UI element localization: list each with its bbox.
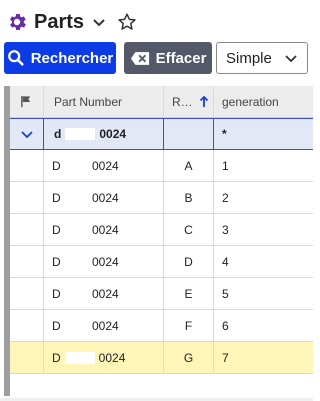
chevron-down-icon bbox=[20, 131, 33, 139]
search-button[interactable]: Rechercher bbox=[4, 42, 116, 74]
table-row[interactable]: D 0024 B 2 bbox=[10, 182, 313, 214]
results-grid: Part Number R… generation d 0024 * D 0024 bbox=[4, 86, 313, 396]
filter-revision-input[interactable] bbox=[164, 119, 214, 149]
table-row[interactable]: D 0024 F 6 bbox=[10, 310, 313, 342]
table-row[interactable]: D 0024 A 1 bbox=[10, 150, 313, 182]
search-toolbar: Rechercher Effacer Simple bbox=[4, 42, 313, 74]
star-outline-icon[interactable] bbox=[116, 11, 138, 33]
gear-icon bbox=[6, 11, 28, 33]
redacted-text bbox=[65, 128, 96, 140]
column-header-generation[interactable]: generation bbox=[214, 86, 313, 117]
table-row[interactable]: D 0024 E 5 bbox=[10, 278, 313, 310]
filter-part-number-input[interactable]: d 0024 bbox=[44, 119, 164, 149]
search-icon bbox=[7, 50, 24, 66]
filter-toggle[interactable] bbox=[10, 119, 44, 149]
redacted-text bbox=[64, 351, 95, 364]
flag-icon bbox=[21, 95, 31, 108]
chevron-down-icon[interactable] bbox=[92, 15, 106, 29]
search-mode-value: Simple bbox=[226, 49, 272, 67]
column-header-revision[interactable]: R… bbox=[164, 86, 214, 117]
table-row[interactable]: D 0024 C 3 bbox=[10, 214, 313, 246]
chevron-down-icon bbox=[285, 55, 297, 63]
filter-generation-input[interactable]: * bbox=[214, 119, 313, 149]
filter-row[interactable]: d 0024 * bbox=[10, 118, 313, 150]
sort-ascending-icon bbox=[199, 95, 208, 107]
search-button-label: Rechercher bbox=[30, 49, 114, 67]
flag-column-header[interactable] bbox=[10, 86, 44, 117]
clear-button-label: Effacer bbox=[155, 49, 207, 67]
search-mode-select[interactable]: Simple bbox=[216, 42, 308, 74]
table-row[interactable]: D 0024 D 4 bbox=[10, 246, 313, 278]
column-header-part-number[interactable]: Part Number bbox=[44, 86, 164, 117]
title-bar: Parts bbox=[6, 8, 138, 36]
grid-header: Part Number R… generation bbox=[10, 86, 313, 118]
table-row-selected[interactable]: D 0024 G 7 bbox=[10, 342, 313, 374]
backspace-icon bbox=[130, 51, 149, 65]
clear-button[interactable]: Effacer bbox=[124, 42, 212, 74]
page-title: Parts bbox=[34, 10, 85, 33]
